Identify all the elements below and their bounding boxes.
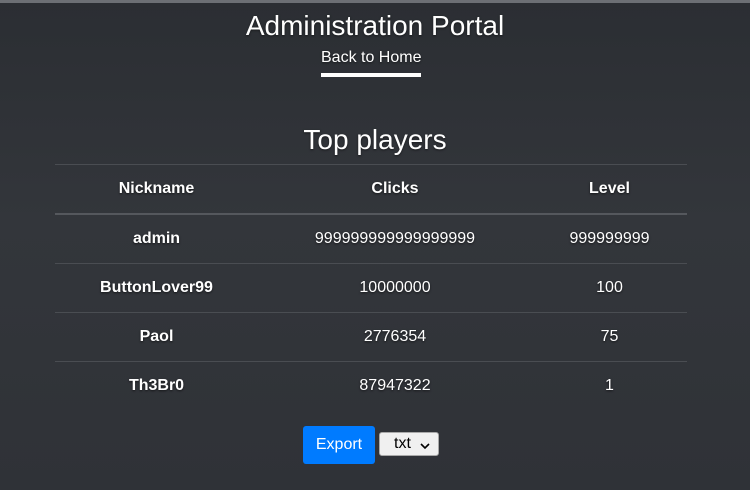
player-nickname: admin bbox=[55, 213, 258, 264]
player-clicks: 10000000 bbox=[258, 263, 532, 313]
player-level: 100 bbox=[532, 263, 687, 313]
player-nickname: Th3Br0 bbox=[55, 361, 258, 410]
column-header-clicks: Clicks bbox=[258, 164, 532, 215]
page-title: Administration Portal bbox=[245, 10, 505, 41]
player-level: 999999999 bbox=[532, 213, 687, 264]
table-row: Th3Br0 87947322 1 bbox=[55, 361, 687, 410]
column-header-level: Level bbox=[532, 164, 687, 215]
player-nickname: ButtonLover99 bbox=[55, 263, 258, 313]
player-clicks: 999999999999999999 bbox=[258, 213, 532, 264]
table-row: Paol 2776354 75 bbox=[55, 312, 687, 362]
player-nickname: Paol bbox=[55, 312, 258, 362]
back-to-home-link[interactable]: Back to Home bbox=[321, 48, 421, 77]
export-format-value: txt bbox=[394, 435, 411, 452]
leaderboard-title: Top players bbox=[303, 124, 447, 155]
table-row: ButtonLover99 10000000 100 bbox=[55, 263, 687, 313]
table-header-row: Nickname Clicks Level bbox=[55, 164, 687, 215]
player-level: 1 bbox=[532, 361, 687, 410]
player-clicks: 87947322 bbox=[258, 361, 532, 410]
table-row: admin 999999999999999999 999999999 bbox=[55, 213, 687, 264]
player-level: 75 bbox=[532, 312, 687, 362]
players-table: Nickname Clicks Level admin 999999999999… bbox=[55, 164, 687, 410]
top-border bbox=[0, 0, 750, 3]
export-format-select[interactable]: txt bbox=[379, 432, 439, 456]
export-button[interactable]: Export bbox=[303, 426, 375, 464]
chevron-down-icon bbox=[420, 438, 430, 450]
column-header-nickname: Nickname bbox=[55, 164, 258, 215]
player-clicks: 2776354 bbox=[258, 312, 532, 362]
